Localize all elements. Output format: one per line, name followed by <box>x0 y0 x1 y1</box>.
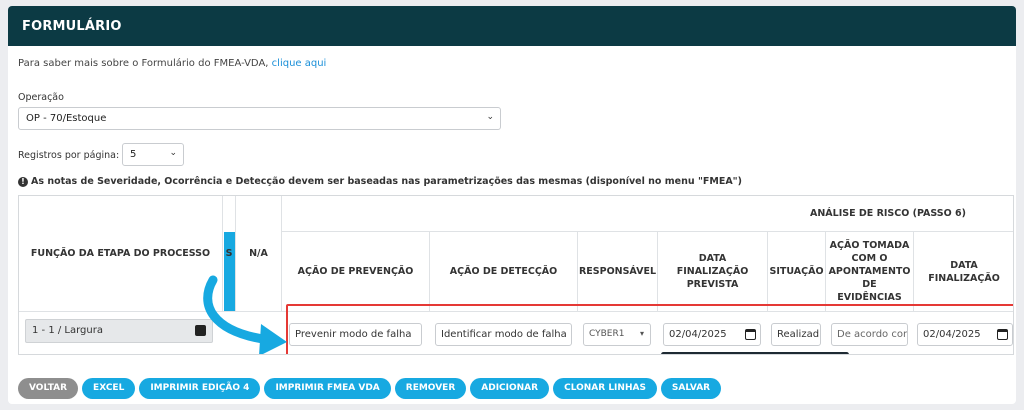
info-link[interactable]: clique aqui <box>272 58 327 69</box>
adicionar-button[interactable]: ADICIONAR <box>470 378 550 399</box>
info-text: Para saber mais sobre o Formulário do FM… <box>18 58 326 69</box>
note-label: As notas de Severidade, Ocorrência e Det… <box>31 176 742 187</box>
horizontal-scrollbar[interactable] <box>661 352 849 354</box>
col-data-finalizacao-header: DATA FINALIZAÇÃO <box>914 232 1013 312</box>
col-situacao-header: SITUAÇÃO <box>768 232 826 312</box>
clonar-linhas-button[interactable]: CLONAR LINHAS <box>553 378 657 399</box>
note-text: ! As notas de Severidade, Ocorrência e De… <box>18 176 742 187</box>
remover-button[interactable]: REMOVER <box>394 378 467 399</box>
salvar-button[interactable]: SALVAR <box>660 378 722 399</box>
col-deteccao-header: AÇÃO DE DETECÇÃO <box>430 232 578 312</box>
imprimir-fmea-button[interactable]: IMPRIMIR FMEA VDA <box>264 378 391 399</box>
registros-value: 5 <box>130 149 137 160</box>
imprimir-edicao-button[interactable]: IMPRIMIR EDIÇÃO 4 <box>139 378 261 399</box>
info-icon: ! <box>18 177 28 187</box>
voltar-button[interactable]: VOLTAR <box>18 378 79 399</box>
highlight-box <box>286 304 1013 354</box>
registros-label: Registros por página: <box>18 150 120 161</box>
chevron-down-icon: ⌄ <box>169 148 177 158</box>
col-prevencao-header: AÇÃO DE PREVENÇÃO <box>282 232 430 312</box>
col-responsavel-header: RESPONSÁVEL <box>578 232 658 312</box>
info-label: Para saber mais sobre o Formulário do FM… <box>18 58 269 69</box>
col-acao-tomada-header: AÇÃO TOMADA COM O APONTAMENTO DE EVIDÊNC… <box>826 232 914 312</box>
action-bar: VOLTAR EXCEL IMPRIMIR EDIÇÃO 4 IMPRIMIR … <box>18 378 722 399</box>
col-data-prevista-header: DATA FINALIZAÇÃO PREVISTA <box>658 232 768 312</box>
operacao-label: Operação <box>18 92 64 103</box>
excel-button[interactable]: EXCEL <box>82 378 136 399</box>
funcao-field[interactable]: 1 - 1 / Largura <box>25 319 213 343</box>
page-title: FORMULÁRIO <box>8 6 1016 46</box>
group-header: ANÁLISE DE RISCO (PASSO 6) <box>282 196 1013 232</box>
funcao-value: 1 - 1 / Largura <box>32 325 103 336</box>
registros-select[interactable]: 5 ⌄ <box>122 143 184 166</box>
form-panel: FORMULÁRIO Para saber mais sobre o Formu… <box>8 6 1016 404</box>
operacao-value: OP - 70/Estoque <box>26 113 107 124</box>
operacao-select[interactable]: OP - 70/Estoque ⌄ <box>18 107 501 130</box>
chevron-down-icon: ⌄ <box>486 112 494 122</box>
arrow-annotation-icon <box>203 275 287 354</box>
fmea-table: FUNÇÃO DA ETAPA DO PROCESSO S N/A ANÁLIS… <box>18 195 1014 355</box>
